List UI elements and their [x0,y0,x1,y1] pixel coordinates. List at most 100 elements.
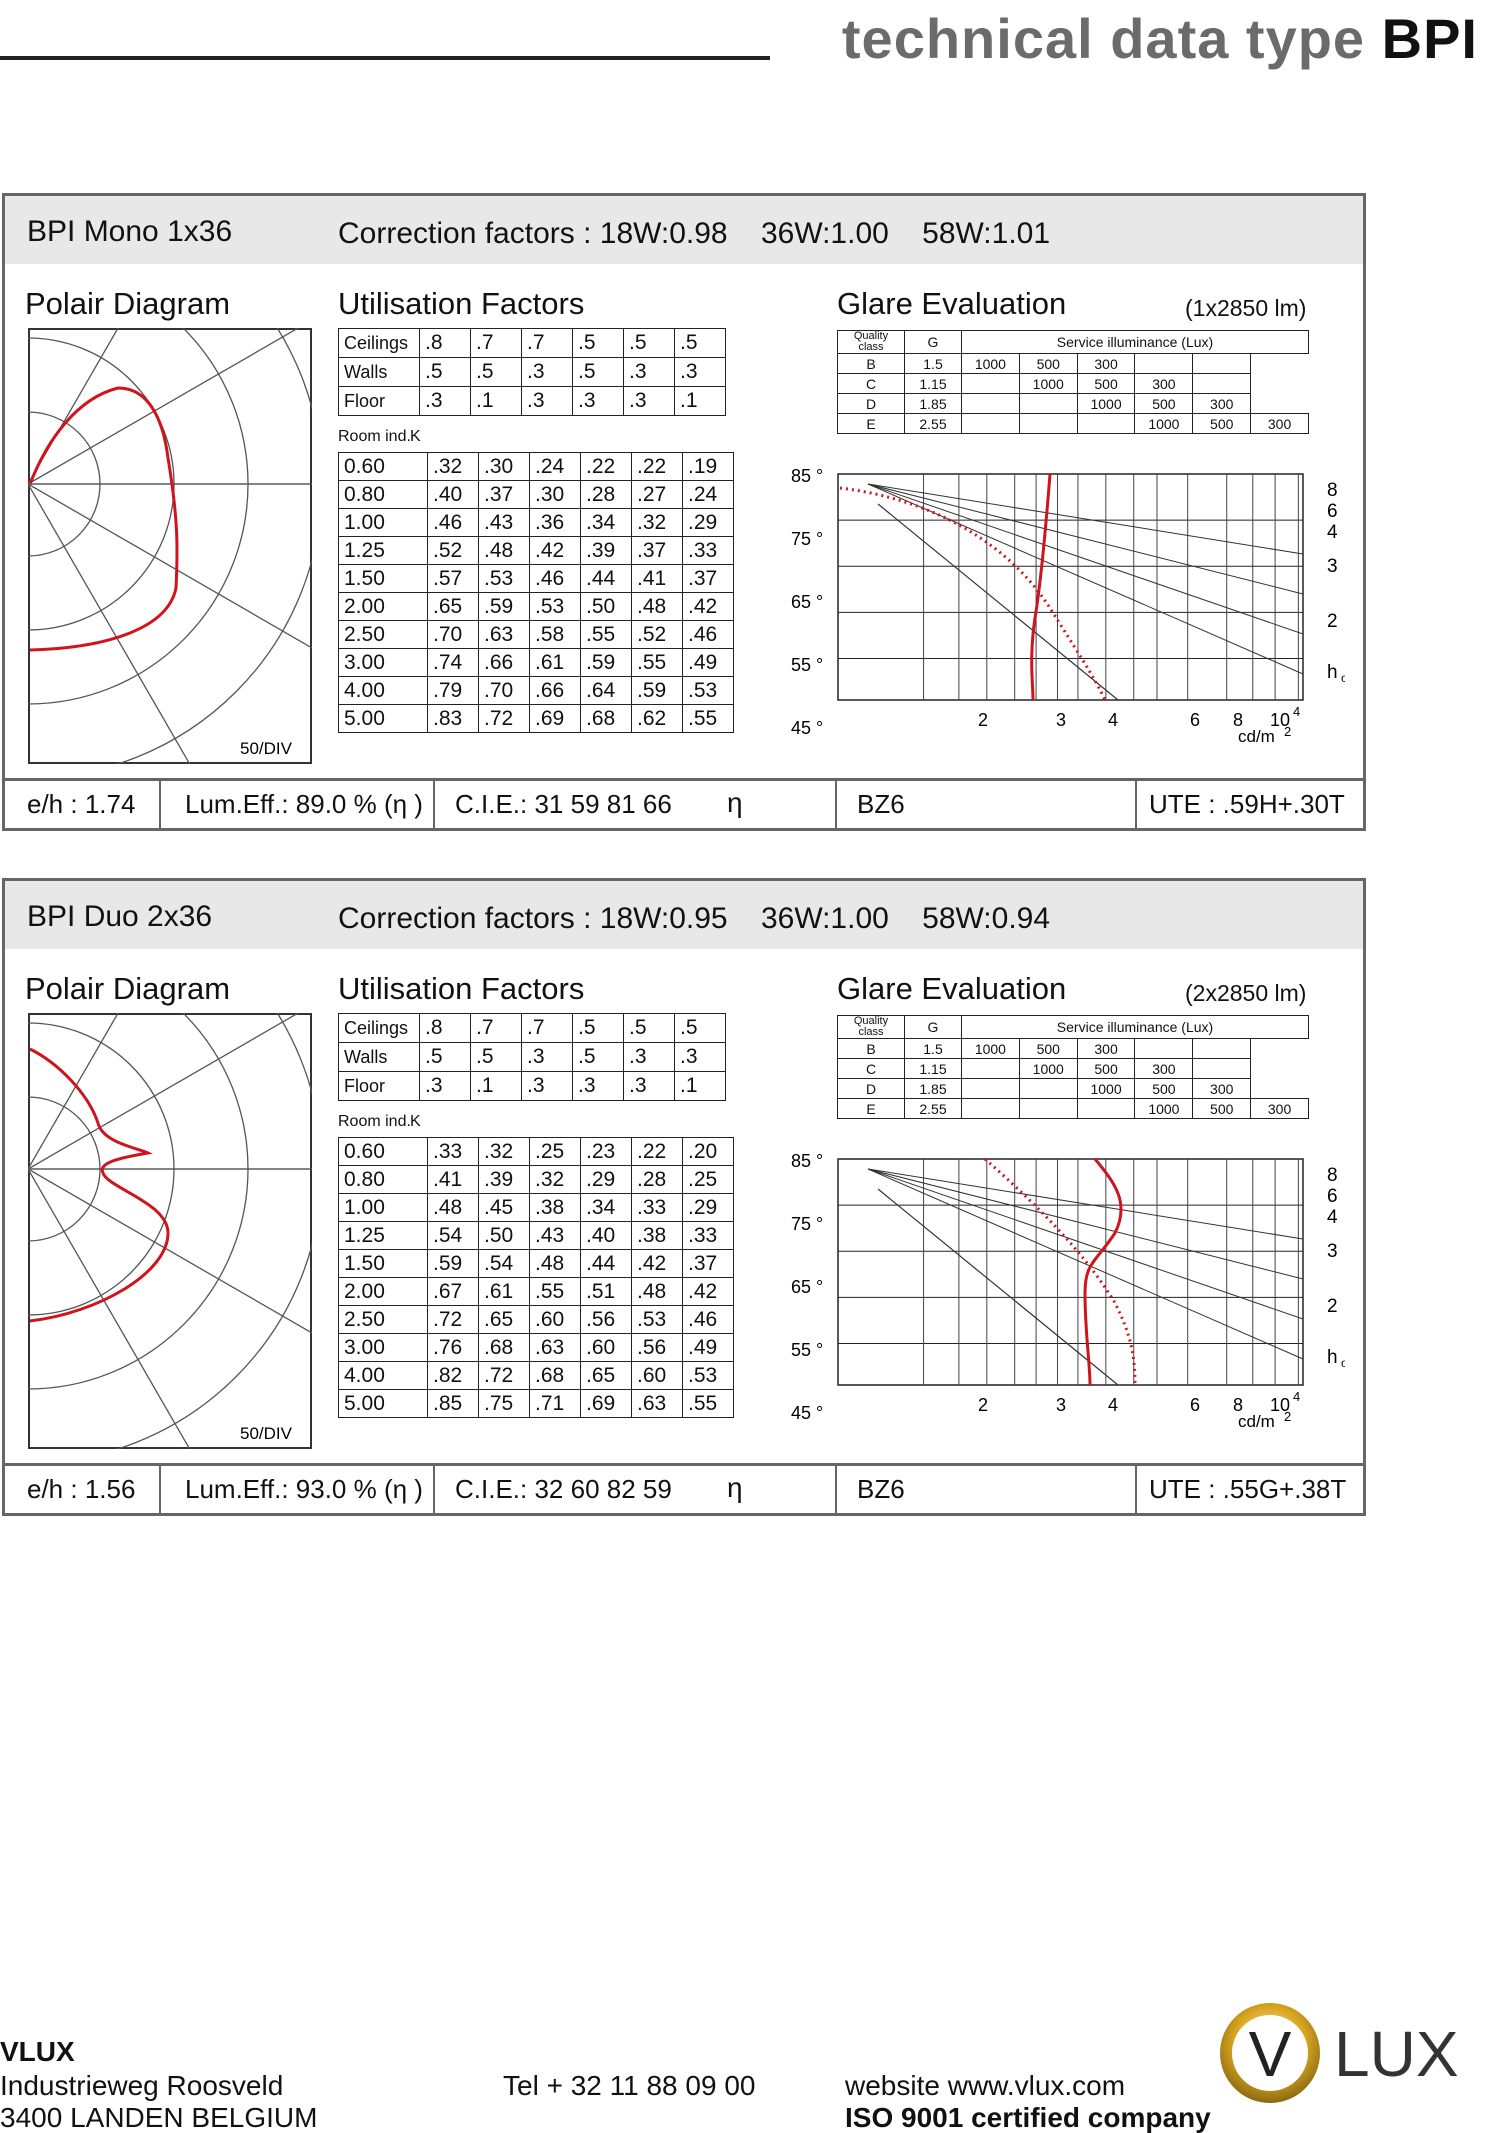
glare-cell: C [837,1058,905,1079]
reflectance-value: .5 [623,1013,675,1043]
uf-value: .55 [529,1277,581,1306]
room-index-value: 4.00 [338,676,428,705]
glare-cell: 300 [1250,1098,1309,1119]
uf-value: .59 [427,1249,479,1278]
glare-lumens: (2x2850 lm) [1185,980,1307,1006]
uf-value: .66 [529,676,581,705]
uf-value: .25 [529,1137,581,1166]
uf-value: .67 [427,1277,479,1306]
uf-value: .60 [580,1333,632,1362]
table-row: 1.25.52.48.42.39.37.33 [338,536,734,565]
reflectance-value: .1 [470,1071,522,1101]
glare-cell [1076,1098,1136,1119]
x-tick-exponent: 4 [1293,1389,1300,1404]
glare-cell: 2.55 [904,1098,962,1119]
room-index-value: 1.25 [338,1221,428,1250]
luminous-efficiency-text: Lum.Eff.: 93.0 % (η ) [185,1474,423,1504]
uf-value: .56 [631,1333,683,1362]
uf-value: .68 [529,1361,581,1390]
uf-value: .39 [580,536,632,565]
reflectance-value: .3 [623,1071,675,1101]
x-tick-exponent: 4 [1293,704,1300,719]
uf-value: .65 [427,592,479,621]
glare-cell: 300 [1134,373,1194,394]
reflectance-row: Walls .5.5.3.5.3.3 [338,1042,726,1072]
uf-value: .42 [529,536,581,565]
uf-value: .53 [529,592,581,621]
uf-value: .54 [478,1249,530,1278]
glare-cell: 2.55 [904,413,962,434]
reflectance-value: .3 [521,1042,573,1072]
glare-cell [1192,1038,1252,1059]
glare-cell: E [837,413,905,434]
uf-value: .48 [427,1193,479,1222]
iso-certification: ISO 9001 certified company [845,2102,1211,2133]
luminaire-name: BPI Mono 1x36 [27,215,233,248]
bz-class-text: BZ6 [857,1474,905,1504]
reflectance-value: .5 [419,1042,471,1072]
glare-table: Quality class G Service illuminance (Lux) B… [837,1015,1309,1119]
uf-value: .43 [529,1221,581,1250]
uf-value: .60 [529,1305,581,1334]
right-tick-label: 4 [1327,522,1338,543]
angle-label: 75 ° [791,1214,823,1234]
uf-value: .42 [631,1249,683,1278]
glare-curve-dotted [984,1157,1137,1386]
glare-cell: 500 [1192,1098,1252,1119]
reflectance-value: .3 [623,386,675,416]
glare-cell: C [837,373,905,394]
title-rule [0,56,770,60]
cie-code-text: C.I.E.: 32 60 82 59 [455,1474,672,1504]
uf-value: .65 [580,1361,632,1390]
panel-footer: e/h : 1.56 Lum.Eff.: 93.0 % (η ) C.I.E.: 3… [5,1463,1363,1513]
uf-value: .55 [580,620,632,649]
uf-value: .46 [529,564,581,593]
glare-cell: 300 [1076,353,1136,374]
table-row: 0.60.32.30.24.22.22.19 [338,452,734,481]
reflectance-value: .1 [470,386,522,416]
uf-value: .82 [427,1361,479,1390]
reflectance-table: Ceilings .8.7.7.5.5.5 Walls .5.5.3.5.3.3 Flo… [338,1013,726,1101]
glare-cell: B [837,353,905,374]
uf-value: .40 [427,480,479,509]
x-unit-exponent: 2 [1284,1409,1291,1424]
reflectance-value: .3 [521,386,573,416]
uf-value: .32 [631,508,683,537]
uf-value: .54 [427,1221,479,1250]
glare-cell: 300 [1192,1078,1252,1099]
polar-curve [29,1047,170,1323]
glare-cell: 1000 [961,1038,1020,1059]
uf-value: .52 [631,620,683,649]
website-link[interactable]: website www.vlux.com [845,2070,1125,2102]
room-index-value: 5.00 [338,1389,428,1418]
reflectance-value: .3 [623,1042,675,1072]
glare-cell [1192,1058,1252,1079]
reflectance-value: .3 [572,386,624,416]
uf-value: .46 [682,620,734,649]
uf-value: .33 [682,536,734,565]
room-index-value: 1.50 [338,564,428,593]
reflectance-value: .3 [572,1071,624,1101]
glare-cell [1192,373,1252,394]
utilisation-factors-title: Utilisation Factors [338,971,585,1006]
g-header: G [904,330,962,354]
uf-value: .79 [427,676,479,705]
glare-cell: 500 [1018,353,1078,374]
glare-cell: 1000 [1134,1098,1194,1119]
x-tick-label: 4 [1108,710,1118,730]
glare-cell: 1.85 [904,393,962,414]
uf-value: .39 [478,1165,530,1194]
table-row: 2.50.72.65.60.56.53.46 [338,1305,734,1334]
uf-value: .22 [631,452,683,481]
uf-value: .74 [427,648,479,677]
uf-value: .53 [682,1361,734,1390]
x-tick-label: 4 [1108,1395,1118,1415]
uf-value: .49 [682,1333,734,1362]
correction-factors: Correction factors : 18W:0.98 36W:1.00 5… [338,217,1051,250]
polar-diagram-title: Polair Diagram [25,971,231,1006]
reflectance-value: .7 [470,328,522,358]
glare-row: D 1.85 1000 500 300 [837,1078,1309,1099]
room-index-value: 0.80 [338,1165,428,1194]
angle-label: 55 ° [791,655,823,675]
ho-subscript: o [1341,671,1345,685]
